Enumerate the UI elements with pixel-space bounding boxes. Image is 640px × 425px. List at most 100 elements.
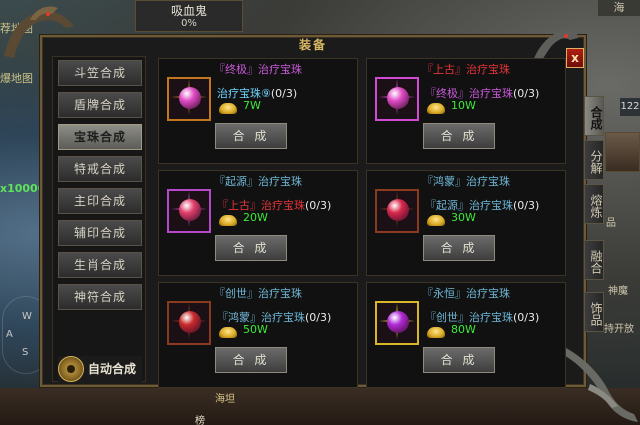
auto-synthesize-button[interactable]: 自动合成 bbox=[58, 356, 142, 382]
target-health-bar: 吸血鬼 0% bbox=[135, 0, 243, 32]
synthesize-button[interactable]: 合 成 bbox=[423, 347, 495, 373]
gem-icon bbox=[179, 311, 201, 333]
material-count: (0/3) bbox=[305, 311, 332, 324]
bottom-chat-strip: 海坦 榜 bbox=[0, 388, 640, 425]
player-portrait[interactable] bbox=[605, 132, 640, 172]
card-title: 『终极』治疗宝珠 bbox=[159, 61, 357, 77]
required-material: 『起源』治疗宝珠(0/3) bbox=[425, 197, 539, 213]
auto-synthesize-label: 自动合成 bbox=[88, 362, 137, 376]
gold-ingot-icon bbox=[219, 103, 237, 114]
gold-cost: 10W bbox=[451, 99, 476, 112]
material-count: (0/3) bbox=[513, 311, 540, 324]
gem-icon bbox=[179, 199, 201, 221]
card-title-tag: 『起源』 bbox=[214, 175, 258, 188]
gold-ingot-icon bbox=[427, 215, 445, 226]
right-level-badge: 122 bbox=[620, 98, 640, 116]
menu-item[interactable]: 主印合成 bbox=[58, 188, 142, 214]
target-health-percent: 0% bbox=[181, 18, 197, 29]
synthesize-button[interactable]: 合 成 bbox=[423, 235, 495, 261]
gold-cost: 7W bbox=[243, 99, 261, 112]
side-tab[interactable]: 分解 bbox=[584, 140, 604, 180]
card-title: 『永恒』治疗宝珠 bbox=[367, 285, 565, 301]
joystick-key: W bbox=[22, 311, 32, 322]
menu-item[interactable]: 盾牌合成 bbox=[58, 92, 142, 118]
synthesis-card: 『终极』治疗宝珠 治疗宝珠⑨(0/3) 7W 合 成 bbox=[158, 58, 358, 164]
gold-ingot-icon bbox=[427, 103, 445, 114]
gem-slot[interactable] bbox=[167, 189, 211, 233]
card-title-name: 治疗宝珠 bbox=[258, 287, 302, 300]
required-material: 『鸿蒙』治疗宝珠(0/3) bbox=[217, 309, 331, 325]
gold-cost: 50W bbox=[243, 323, 268, 336]
top-right-map-tag[interactable]: 海 bbox=[598, 0, 640, 16]
panel-title: 装备 bbox=[298, 38, 327, 52]
scene-text: 品 bbox=[606, 218, 616, 229]
material-count: (0/3) bbox=[270, 87, 298, 100]
close-button[interactable]: x bbox=[566, 48, 584, 68]
synthesize-button[interactable]: 合 成 bbox=[423, 123, 495, 149]
card-title-name: 治疗宝珠 bbox=[466, 287, 510, 300]
card-title-name: 治疗宝珠 bbox=[258, 175, 302, 188]
card-title-tag: 『鸿蒙』 bbox=[422, 175, 466, 188]
card-title-name: 治疗宝珠 bbox=[466, 63, 510, 76]
synthesis-card: 『起源』治疗宝珠『上古』治疗宝珠(0/3) 20W 合 成 bbox=[158, 170, 358, 276]
gem-slot[interactable] bbox=[167, 77, 211, 121]
card-title-tag: 『终极』 bbox=[214, 63, 258, 76]
joystick-key: A bbox=[6, 329, 13, 340]
gold-cost: 30W bbox=[451, 211, 476, 224]
gem-icon bbox=[387, 87, 409, 109]
gold-ingot-icon bbox=[427, 327, 445, 338]
gold-cost: 20W bbox=[243, 211, 268, 224]
required-material: 『终极』治疗宝珠(0/3) bbox=[425, 85, 539, 101]
material-count: (0/3) bbox=[513, 199, 540, 212]
gold-cost: 80W bbox=[451, 323, 476, 336]
joystick-key: S bbox=[22, 347, 29, 358]
chat-text: 海坦 bbox=[215, 394, 235, 405]
dragon-ornament-icon bbox=[562, 348, 638, 422]
menu-item[interactable]: 宝珠合成 bbox=[58, 124, 142, 150]
synthesize-button[interactable]: 合 成 bbox=[215, 235, 287, 261]
required-material: 『上古』治疗宝珠(0/3) bbox=[217, 197, 331, 213]
synthesis-card: 『鸿蒙』治疗宝珠『起源』治疗宝珠(0/3) 30W 合 成 bbox=[366, 170, 566, 276]
gold-ingot-icon bbox=[219, 327, 237, 338]
card-title-name: 治疗宝珠 bbox=[466, 175, 510, 188]
gem-slot[interactable] bbox=[375, 301, 419, 345]
material-count: (0/3) bbox=[305, 199, 332, 212]
menu-item[interactable]: 神符合成 bbox=[58, 284, 142, 310]
gear-icon bbox=[58, 356, 84, 382]
card-title: 『上古』治疗宝珠 bbox=[367, 61, 565, 77]
card-title-tag: 『上古』 bbox=[422, 63, 466, 76]
gem-icon bbox=[179, 87, 201, 109]
gem-icon bbox=[387, 199, 409, 221]
card-title-name: 治疗宝珠 bbox=[258, 63, 302, 76]
menu-item[interactable]: 生肖合成 bbox=[58, 252, 142, 278]
synthesis-card: 『上古』治疗宝珠『终极』治疗宝珠(0/3) 10W 合 成 bbox=[366, 58, 566, 164]
required-material: 『创世』治疗宝珠(0/3) bbox=[425, 309, 539, 325]
synthesize-button[interactable]: 合 成 bbox=[215, 347, 287, 373]
side-tab[interactable]: 熔炼 bbox=[584, 184, 604, 224]
chat-text[interactable]: 榜 bbox=[195, 412, 205, 425]
material-count: (0/3) bbox=[513, 87, 540, 100]
menu-item[interactable]: 特戒合成 bbox=[58, 156, 142, 182]
side-tab[interactable]: 融合 bbox=[584, 240, 604, 280]
gem-slot[interactable] bbox=[375, 189, 419, 233]
scene-counter-text: x10000 bbox=[0, 182, 46, 195]
synthesis-card: 『创世』治疗宝珠『鸿蒙』治疗宝珠(0/3) 50W 合 成 bbox=[158, 282, 358, 388]
scene-text: 神魔 bbox=[608, 286, 628, 297]
scene-text[interactable]: 爆地图 bbox=[0, 70, 33, 86]
card-title: 『起源』治疗宝珠 bbox=[159, 173, 357, 189]
card-title-tag: 『永恒』 bbox=[422, 287, 466, 300]
gem-slot[interactable] bbox=[375, 77, 419, 121]
scene-text: 持开放 bbox=[604, 324, 634, 335]
side-tab[interactable]: 合成 bbox=[584, 96, 604, 136]
gold-ingot-icon bbox=[219, 215, 237, 226]
menu-item[interactable]: 辅印合成 bbox=[58, 220, 142, 246]
target-name: 吸血鬼 bbox=[170, 4, 207, 18]
menu-item[interactable]: 斗笠合成 bbox=[58, 60, 142, 86]
card-title: 『鸿蒙』治疗宝珠 bbox=[367, 173, 565, 189]
card-title-tag: 『创世』 bbox=[214, 287, 258, 300]
gem-slot[interactable] bbox=[167, 301, 211, 345]
synthesis-card: 『永恒』治疗宝珠『创世』治疗宝珠(0/3) 80W 合 成 bbox=[366, 282, 566, 388]
synthesize-button[interactable]: 合 成 bbox=[215, 123, 287, 149]
side-tab[interactable]: 饰品 bbox=[584, 292, 604, 332]
card-title: 『创世』治疗宝珠 bbox=[159, 285, 357, 301]
